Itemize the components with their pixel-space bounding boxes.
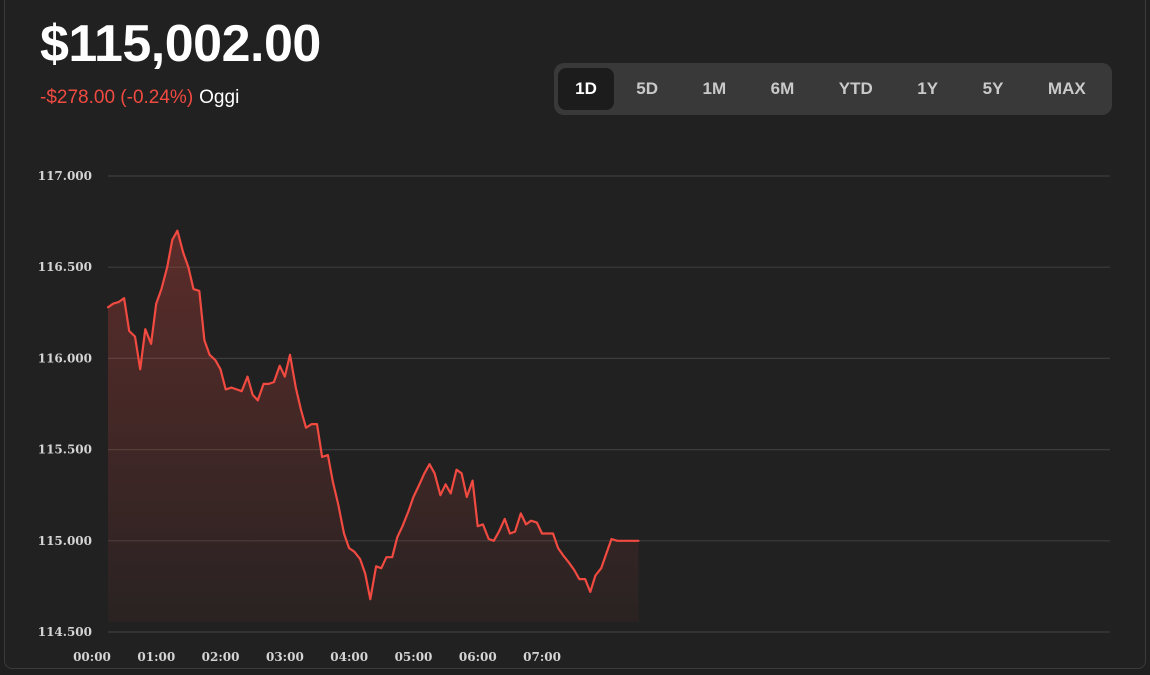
y-tick-label: 117.000 [38, 169, 92, 183]
y-tick-label: 115.000 [38, 534, 92, 548]
x-tick-label: 04:00 [330, 650, 368, 664]
price-area [108, 230, 639, 622]
y-tick-label: 114.500 [38, 625, 92, 639]
x-tick-label: 01:00 [137, 650, 175, 664]
y-tick-label: 115.500 [38, 443, 92, 457]
x-axis: 00:00 01:00 02:00 03:00 04:00 05:00 06:00 07:00 [73, 650, 561, 664]
x-tick-label: 03:00 [266, 650, 304, 664]
x-tick-label: 05:00 [395, 650, 433, 664]
x-tick-label: 02:00 [202, 650, 240, 664]
y-axis: 117.000 116.500 116.000 115.500 115.000 114.5… [38, 169, 92, 639]
y-tick-label: 116.500 [38, 260, 92, 274]
x-tick-label: 06:00 [459, 650, 497, 664]
x-tick-label: 07:00 [523, 650, 561, 664]
price-chart: 117.000 116.500 116.000 115.500 115.000 114.5… [38, 169, 1110, 664]
y-tick-label: 116.000 [38, 351, 92, 365]
x-tick-label: 00:00 [73, 650, 111, 664]
